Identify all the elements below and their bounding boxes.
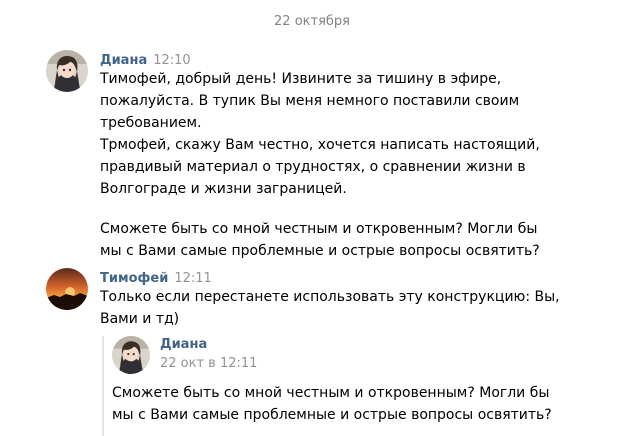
anime-girl-avatar[interactable] bbox=[112, 336, 150, 374]
message-header: Тимофей 12:11 bbox=[100, 268, 610, 286]
sunset-avatar[interactable] bbox=[46, 268, 88, 310]
date-divider: 22 октября bbox=[274, 14, 350, 29]
message-text: Тимофей, добрый день! Извините за тишину… bbox=[100, 68, 610, 262]
anime-girl-avatar-image bbox=[112, 336, 150, 374]
author-name[interactable]: Диана bbox=[100, 53, 147, 68]
text-line: Трмофей, скажу Вам честно, хочется напис… bbox=[100, 137, 540, 153]
forwarded-author[interactable]: Диана bbox=[160, 336, 257, 354]
text-line: Только если перестанете использовать эту… bbox=[100, 289, 560, 305]
text-line: правдивый материал о трудностях, о сравн… bbox=[100, 159, 526, 175]
message-body: Тимофей 12:11 Только если перестанете исп… bbox=[100, 268, 610, 330]
anime-girl-avatar-image bbox=[46, 50, 88, 92]
text-line: Тимофей, добрый день! Извините за тишину… bbox=[100, 71, 502, 87]
message-body: Диана 12:10 Тимофей, добрый день! Извинит… bbox=[100, 50, 610, 262]
text-line: пожалуйста. В тупик Вы меня немного пост… bbox=[100, 93, 520, 109]
text-line: требованием. bbox=[100, 115, 202, 131]
text-line: мы с Вами самые проблемные и острые вопр… bbox=[100, 243, 540, 259]
text-line: мы с Вами самые проблемные и острые вопр… bbox=[112, 407, 552, 423]
forwarded-date[interactable]: 22 окт в 12:11 bbox=[160, 354, 257, 374]
message-time[interactable]: 12:11 bbox=[174, 271, 211, 286]
forwarded-text: Сможете быть со мной честным и откровенн… bbox=[112, 382, 572, 426]
text-line: Волгограде и жизни заграницей. bbox=[100, 181, 347, 197]
text-line: Сможете быть со мной честным и откровенн… bbox=[100, 221, 538, 237]
author-name[interactable]: Тимофей bbox=[100, 271, 168, 286]
sunset-avatar-image bbox=[46, 268, 88, 310]
message-time[interactable]: 12:10 bbox=[153, 53, 190, 68]
message-header: Диана 12:10 bbox=[100, 50, 610, 68]
text-line: Сможете быть со мной честным и откровенн… bbox=[112, 385, 550, 401]
forwarded-message[interactable]: Диана 22 окт в 12:11 Сможете быть со мно… bbox=[102, 336, 552, 436]
message-text: Только если перестанете использовать эту… bbox=[100, 286, 610, 330]
text-line: Вами и тд) bbox=[100, 311, 180, 327]
forwarded-header: Диана 22 окт в 12:11 bbox=[160, 336, 257, 374]
anime-girl-avatar[interactable] bbox=[46, 50, 88, 92]
